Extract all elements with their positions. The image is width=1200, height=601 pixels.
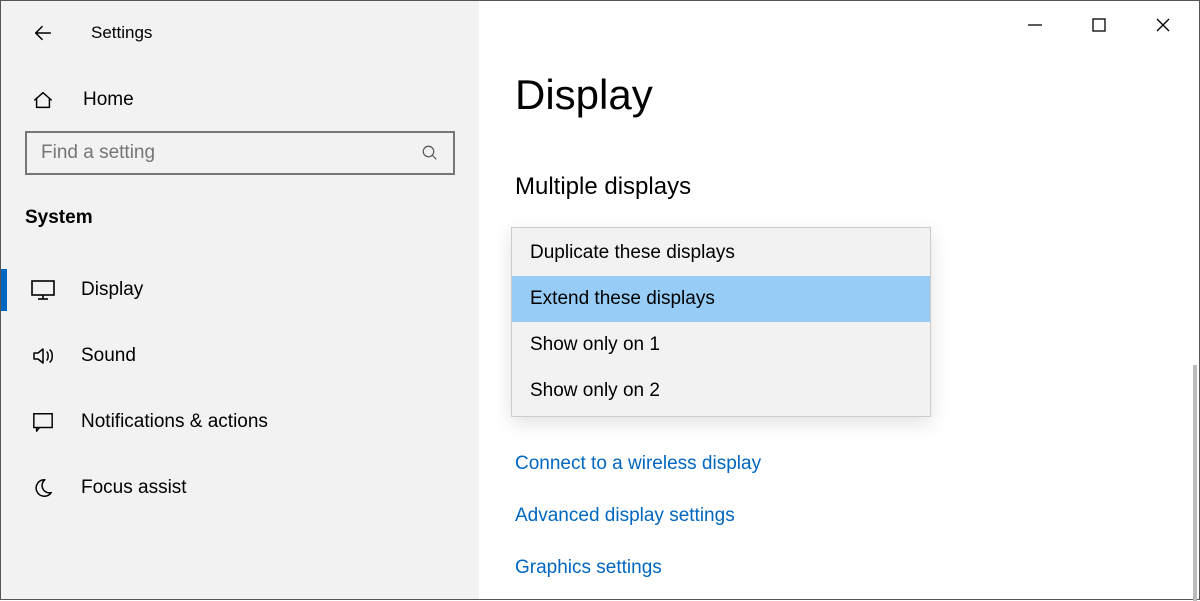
maximize-button[interactable] (1071, 7, 1127, 43)
active-indicator (1, 269, 7, 311)
content-pane: Display Multiple displays Connect to a w… (479, 1, 1199, 599)
search-icon (421, 144, 439, 162)
dropdown-option[interactable]: Show only on 1 (512, 322, 930, 368)
sidebar-item-label: Notifications & actions (81, 411, 268, 433)
sidebar-item-focus-assist[interactable]: Focus assist (1, 455, 479, 521)
close-button[interactable] (1135, 7, 1191, 43)
multiple-displays-dropdown[interactable]: Duplicate these displays Extend these di… (511, 227, 931, 417)
sidebar-item-label: Display (81, 279, 143, 301)
sidebar-item-label: Sound (81, 345, 136, 367)
link-advanced-display-settings[interactable]: Advanced display settings (515, 505, 1199, 527)
moon-icon (31, 477, 55, 499)
page-title: Display (515, 71, 1199, 119)
sidebar-item-label: Focus assist (81, 477, 187, 499)
dropdown-option[interactable]: Extend these displays (512, 276, 930, 322)
link-graphics-settings[interactable]: Graphics settings (515, 557, 1199, 579)
app-title: Settings (91, 23, 152, 43)
scrollbar[interactable] (1193, 365, 1197, 601)
back-button[interactable] (29, 19, 57, 47)
home-icon (31, 89, 55, 111)
sidebar-section-label: System (1, 175, 479, 247)
section-title: Multiple displays (515, 173, 1199, 201)
home-nav-item[interactable]: Home (1, 55, 479, 131)
search-input[interactable] (25, 131, 455, 175)
dropdown-option[interactable]: Show only on 2 (512, 368, 930, 414)
minimize-button[interactable] (1007, 7, 1063, 43)
monitor-icon (31, 280, 55, 300)
home-label: Home (83, 89, 134, 111)
sidebar: Settings Home System Display (1, 1, 479, 599)
search-field[interactable] (41, 142, 421, 164)
sidebar-item-sound[interactable]: Sound (1, 323, 479, 389)
sound-icon (31, 345, 55, 367)
dropdown-option[interactable]: Duplicate these displays (512, 230, 930, 276)
sidebar-item-display[interactable]: Display (1, 257, 479, 323)
notifications-icon (31, 411, 55, 433)
sidebar-item-notifications[interactable]: Notifications & actions (1, 389, 479, 455)
